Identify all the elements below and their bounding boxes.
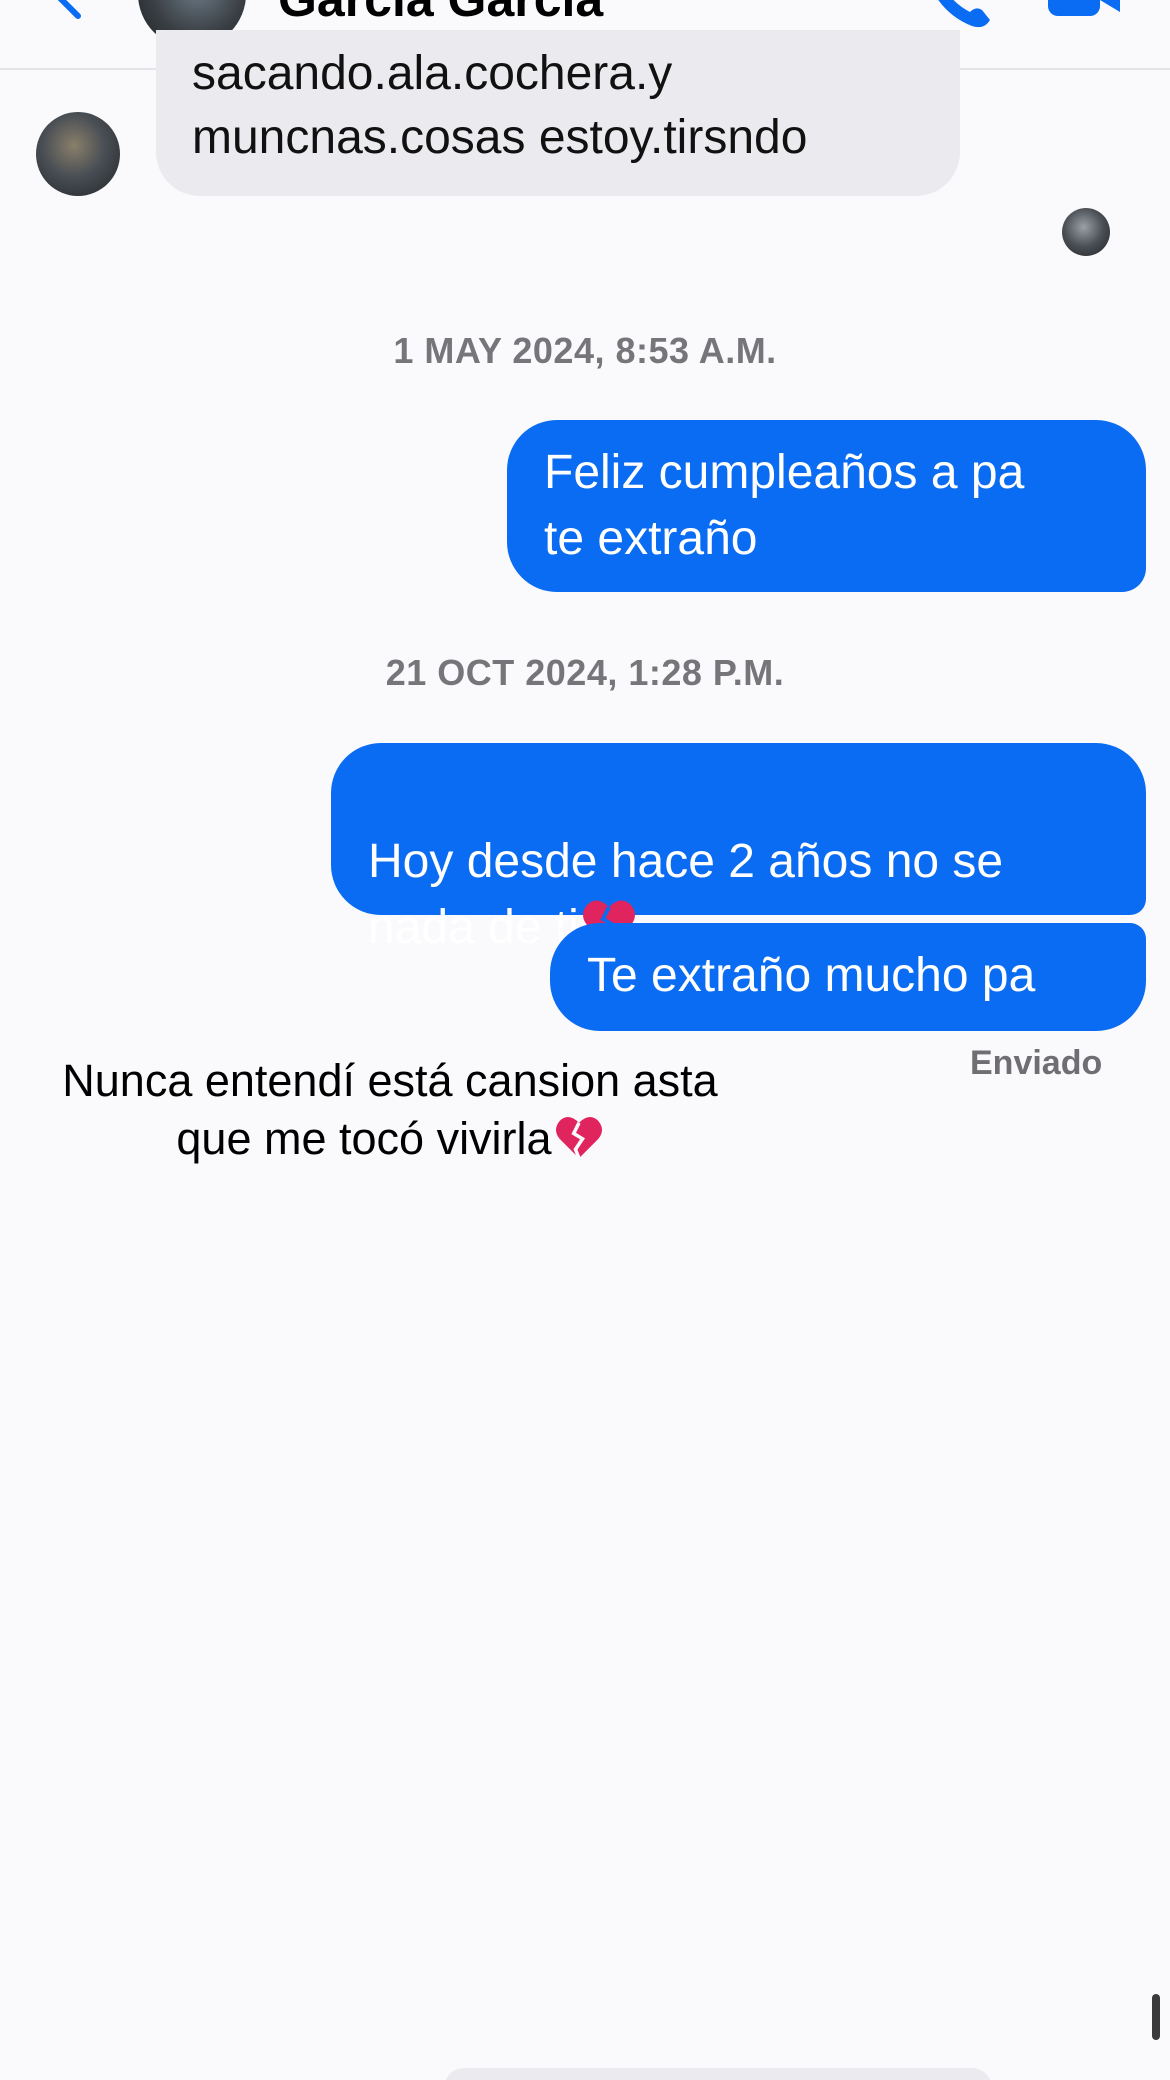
broken-heart-icon bbox=[554, 1114, 604, 1174]
received-message-bubble[interactable]: sacando.ala.cochera.y muncnas.cosas esto… bbox=[156, 30, 960, 196]
sent-message-bubble[interactable]: Feliz cumpleaños a pa te extraño bbox=[507, 420, 1146, 592]
sender-avatar[interactable] bbox=[36, 112, 120, 196]
received-message-text: sacando.ala.cochera.y muncnas.cosas esto… bbox=[192, 47, 808, 164]
caption-line-2: que me tocó vivirla bbox=[176, 1113, 552, 1164]
back-chevron-icon[interactable] bbox=[48, 0, 98, 22]
sent-message-bubble[interactable]: Te extraño mucho pa bbox=[550, 923, 1146, 1031]
timestamp: 1 MAY 2024, 8:53 A.M. bbox=[393, 330, 777, 371]
timestamp: 21 OCT 2024, 1:28 P.M. bbox=[385, 652, 785, 693]
contact-name[interactable]: Garcia Garcia bbox=[278, 0, 603, 28]
sent-message-bubble[interactable]: Hoy desde hace 2 años no se nada de ti bbox=[331, 743, 1146, 954]
read-receipt-avatar bbox=[1062, 208, 1110, 256]
chat-screen: Garcia Garcia sacando.ala.cochera.y munc… bbox=[0, 0, 1170, 2080]
delivery-status: Enviado bbox=[970, 1044, 1103, 1082]
sent-message-text: Feliz cumpleaños a pa te extraño bbox=[544, 446, 1025, 565]
sent-message-text: Te extraño mucho pa bbox=[587, 949, 1036, 1002]
phone-icon[interactable] bbox=[922, 0, 994, 30]
scrollbar[interactable] bbox=[1152, 1994, 1160, 2040]
caption-overlay: Nunca entendí está cansion asta que me t… bbox=[30, 1052, 750, 1174]
video-camera-icon[interactable] bbox=[1046, 0, 1122, 26]
caption-line-1: Nunca entendí está cansion asta bbox=[62, 1055, 718, 1106]
message-composer-edge[interactable] bbox=[444, 2068, 992, 2080]
